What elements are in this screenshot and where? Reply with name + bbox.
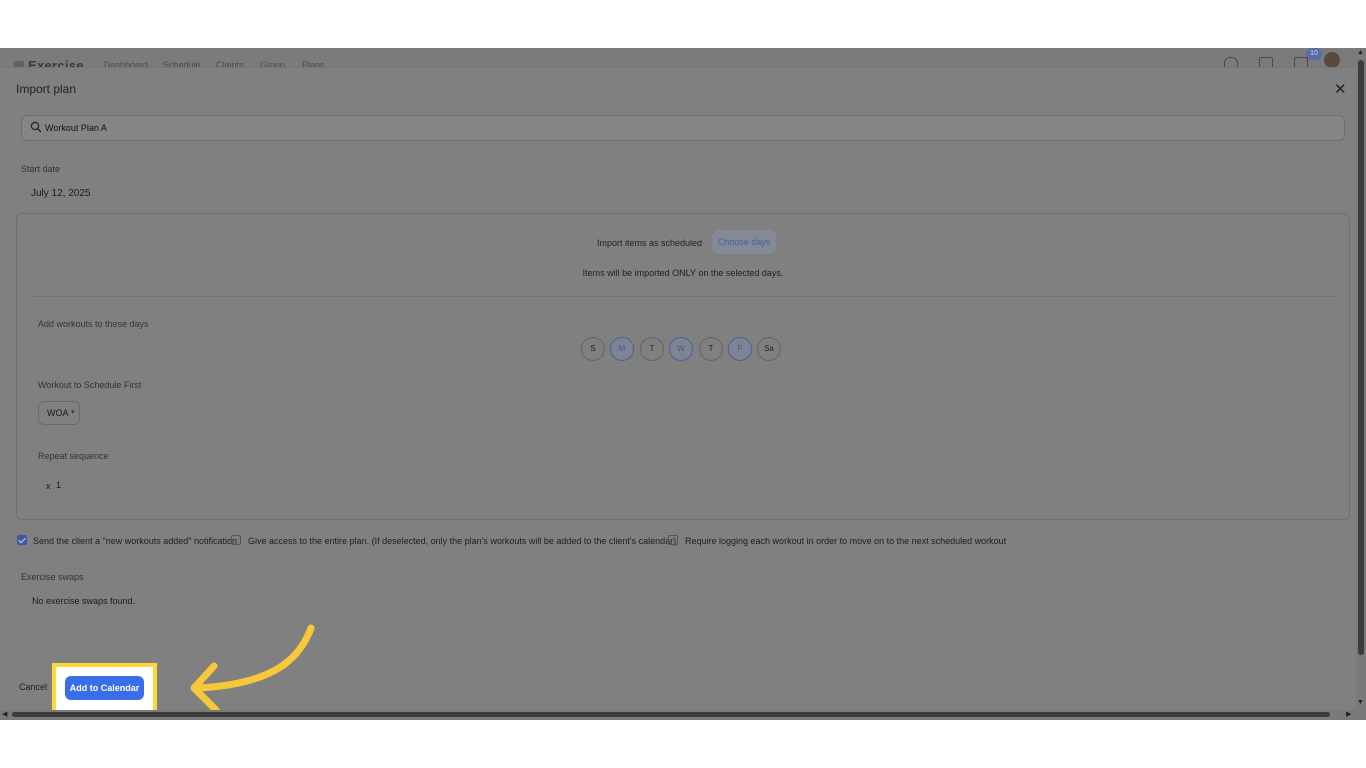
caret-down-icon: ▾ — [71, 409, 75, 416]
day-toggle-tuesday[interactable]: T — [640, 337, 664, 361]
entire-plan-access-label: Give access to the entire plan. (If dese… — [248, 536, 679, 546]
divider — [33, 296, 1335, 297]
first-workout-label: Workout to Schedule First — [38, 380, 142, 390]
day-toggle-friday[interactable]: F — [728, 337, 752, 361]
add-days-label: Add workouts to these days — [38, 319, 149, 329]
require-logging-label: Require logging each workout in order to… — [685, 536, 1007, 546]
repeat-sequence-label: Repeat sequence — [38, 451, 109, 461]
schedule-options-card: Import items as scheduled Choose days It… — [16, 213, 1350, 520]
scroll-right-icon[interactable]: ▶ — [1346, 710, 1351, 718]
exercise-swaps-empty: No exercise swaps found. — [32, 596, 136, 606]
add-to-calendar-button[interactable]: Add to Calendar — [65, 676, 144, 700]
horizontal-scroll-thumb[interactable] — [12, 712, 1330, 717]
scroll-left-icon[interactable]: ◀ — [2, 710, 7, 718]
repeat-count-input[interactable]: 1 — [56, 480, 61, 490]
day-toggle-saturday[interactable]: Sa — [757, 337, 781, 361]
start-date-value[interactable]: July 12, 2025 — [31, 188, 91, 199]
entire-plan-access-checkbox[interactable] — [231, 535, 241, 545]
import-as-scheduled-option[interactable]: Import items as scheduled — [597, 238, 702, 248]
exercise-swaps-label: Exercise swaps — [21, 572, 84, 582]
first-workout-value: WOA — [47, 408, 69, 418]
import-plan-modal: Import plan ✕ Start date July 12, 2025 I… — [0, 67, 1356, 713]
plan-search-field[interactable] — [21, 115, 1345, 141]
items-note: Items will be imported ONLY on the selec… — [582, 268, 784, 278]
cancel-button[interactable]: Cancel — [19, 682, 47, 692]
first-workout-select[interactable]: WOA ▾ — [38, 401, 80, 425]
scroll-up-icon[interactable]: ▲ — [1357, 49, 1364, 56]
repeat-prefix: x — [46, 481, 51, 491]
modal-title: Import plan — [16, 82, 77, 96]
choose-days-button[interactable]: Choose days — [712, 230, 776, 254]
notify-client-label: Send the client a "new workouts added" n… — [33, 536, 238, 546]
notification-badge: 10 — [1306, 48, 1322, 60]
vertical-scroll-thumb[interactable] — [1358, 60, 1364, 655]
close-icon[interactable]: ✕ — [1334, 80, 1347, 98]
avatar[interactable] — [1324, 52, 1340, 68]
search-input[interactable] — [45, 116, 1325, 140]
start-date-label: Start date — [21, 164, 61, 174]
notify-client-checkbox[interactable] — [17, 535, 27, 545]
require-logging-checkbox[interactable] — [668, 535, 678, 545]
search-icon — [30, 121, 42, 133]
day-toggle-monday[interactable]: M — [610, 337, 634, 361]
scroll-down-icon[interactable]: ▼ — [1357, 699, 1364, 706]
pointer-arrow-icon — [190, 624, 315, 714]
day-toggle-thursday[interactable]: T — [699, 337, 723, 361]
top-navigation-bar: Exercise Dashboard Schedule Clients Grou… — [0, 48, 1356, 73]
day-toggle-wednesday[interactable]: W — [669, 337, 693, 361]
day-toggle-sunday[interactable]: S — [581, 337, 605, 361]
